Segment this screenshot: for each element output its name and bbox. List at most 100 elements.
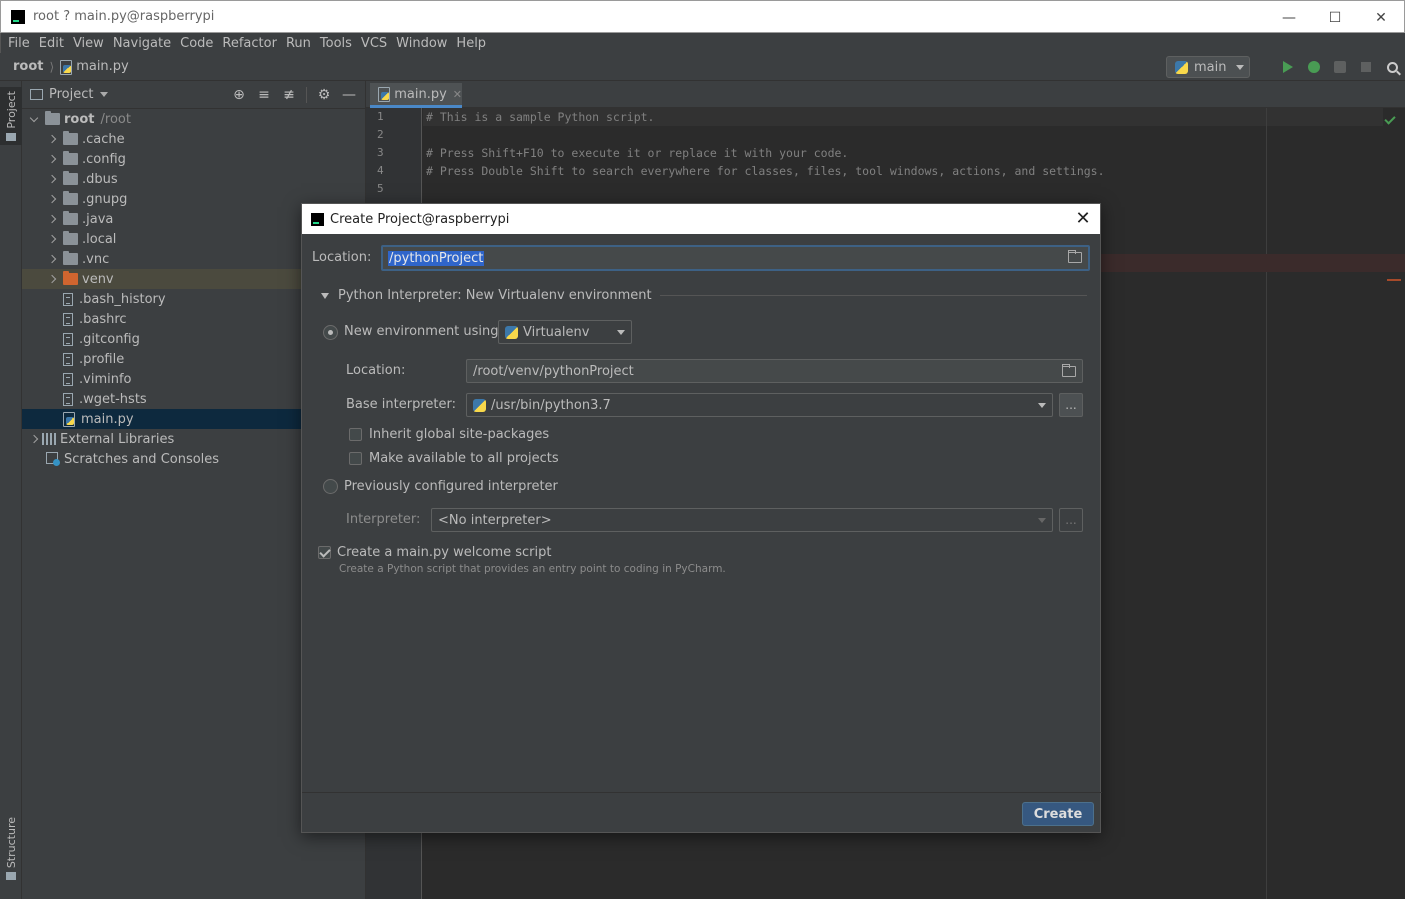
breadcrumb-root[interactable]: root [13,59,44,74]
menu-refactor[interactable]: Refactor [219,36,283,51]
breadcrumb-separator-icon: ⟩ [49,59,55,74]
editor-tab-bar: main.py ✕ [366,81,1405,108]
welcome-script-checkbox[interactable] [318,546,331,559]
interpreter-select[interactable]: <No interpreter> [431,508,1053,532]
structure-tool-tab-label: Structure [4,817,18,869]
close-icon[interactable]: ✕ [1074,208,1092,229]
close-window-button[interactable]: ✕ [1358,1,1404,34]
inherit-packages-label: Inherit global site-packages [369,427,550,442]
run-toolbar [1275,56,1405,78]
folder-icon [63,191,78,205]
menu-tools[interactable]: Tools [317,36,358,51]
run-configuration-select[interactable]: main [1166,56,1250,78]
inspection-ok-icon[interactable] [1384,113,1396,125]
project-view-icon [30,89,43,100]
project-location-input[interactable]: /pythonProject [381,245,1090,271]
tree-file-label: .gitconfig [79,331,140,347]
project-tool-tab[interactable]: Project [0,87,22,145]
chevron-right-icon[interactable] [46,129,58,149]
menu-view[interactable]: View [70,36,110,51]
tree-root[interactable]: root /root [22,109,366,129]
interpreter-browse-button[interactable]: ... [1059,508,1083,532]
python-icon [473,398,486,412]
dialog-titlebar: Create Project@raspberrypi ✕ [302,204,1100,234]
folder-icon [6,132,16,141]
make-available-checkbox[interactable] [349,452,362,465]
chevron-right-icon[interactable] [46,269,58,289]
tree-folder[interactable]: .config [22,149,366,169]
create-button[interactable]: Create [1022,802,1094,826]
interpreter-section-header[interactable]: Python Interpreter: New Virtualenv envir… [321,288,1087,303]
menu-run[interactable]: Run [283,36,317,51]
interpreter-value: <No interpreter> [438,512,552,528]
base-interpreter-select[interactable]: /usr/bin/python3.7 [466,393,1053,417]
menu-window[interactable]: Window [393,36,453,51]
chevron-right-icon[interactable] [46,229,58,249]
chevron-right-icon[interactable] [46,169,58,189]
structure-tool-tab[interactable]: Structure [0,817,22,881]
error-stripe-marker[interactable] [1387,279,1401,281]
chevron-right-icon[interactable] [28,429,40,449]
editor-tab-main-py[interactable]: main.py ✕ [370,83,462,108]
scratches-icon [46,452,60,466]
minimize-button[interactable]: — [1266,1,1312,34]
inherit-packages-checkbox[interactable] [349,428,362,441]
tree-folder[interactable]: .dbus [22,169,366,189]
previous-interpreter-radio[interactable] [323,479,338,494]
project-location-value: /pythonProject [388,250,485,266]
bug-icon [1308,61,1320,73]
menu-code[interactable]: Code [177,36,219,51]
chevron-right-icon[interactable] [46,189,58,209]
chevron-right-icon[interactable] [46,209,58,229]
base-interpreter-browse-button[interactable]: ... [1059,393,1083,417]
chevron-right-icon[interactable] [46,149,58,169]
tree-file-label: .profile [79,351,125,367]
coverage-icon [1334,61,1346,73]
hide-panel-icon[interactable]: — [339,85,359,105]
tree-folder[interactable]: .cache [22,129,366,149]
editor-tab-label: main.py [394,86,447,102]
debug-button[interactable] [1301,56,1327,78]
gear-icon[interactable]: ⚙ [314,85,334,105]
folder-icon [63,251,78,265]
chevron-right-icon[interactable] [46,249,58,269]
close-tab-icon[interactable]: ✕ [453,88,462,101]
tree-file-label: .bashrc [79,311,127,327]
environment-tool-select[interactable]: Virtualenv [498,320,632,344]
pycharm-app-icon [311,212,324,226]
tree-root-name: root [64,111,95,127]
dialog-title: Create Project@raspberrypi [330,211,510,227]
env-location-input[interactable]: /root/venv/pythonProject [466,359,1083,383]
highlighted-line [1101,254,1405,272]
folder-icon [63,211,78,225]
text-file-icon [63,372,73,386]
menu-vcs[interactable]: VCS [358,36,393,51]
coverage-button[interactable] [1327,56,1353,78]
menu-help[interactable]: Help [453,36,492,51]
locate-file-icon[interactable]: ⊕ [229,85,249,105]
stop-button[interactable] [1353,56,1379,78]
new-environment-label: New environment using [344,324,499,339]
browse-folder-icon[interactable] [1062,364,1076,377]
run-button[interactable] [1275,56,1301,78]
menu-navigate[interactable]: Navigate [110,36,177,51]
python-icon [505,325,518,339]
menu-edit[interactable]: Edit [36,36,70,51]
new-environment-radio[interactable] [323,325,338,340]
browse-folder-icon[interactable] [1068,250,1082,263]
chevron-down-icon[interactable] [28,109,40,129]
menu-file[interactable]: File [5,36,36,51]
project-panel-title[interactable]: Project [49,87,93,102]
line-number: 3 [377,146,384,159]
tree-scratches-label: Scratches and Consoles [64,451,220,467]
search-everywhere-button[interactable] [1379,56,1405,78]
collapse-all-icon[interactable]: ≢ [279,85,299,105]
breadcrumb-file[interactable]: main.py [76,59,129,74]
project-panel-tools: ⊕ ≡ ≢ ⚙ — [229,85,359,105]
line-number: 5 [377,182,384,195]
expand-all-icon[interactable]: ≡ [254,85,274,105]
maximize-button[interactable]: ☐ [1312,1,1358,34]
project-tool-tab-label: Project [4,91,18,129]
chevron-down-icon[interactable] [100,92,109,97]
